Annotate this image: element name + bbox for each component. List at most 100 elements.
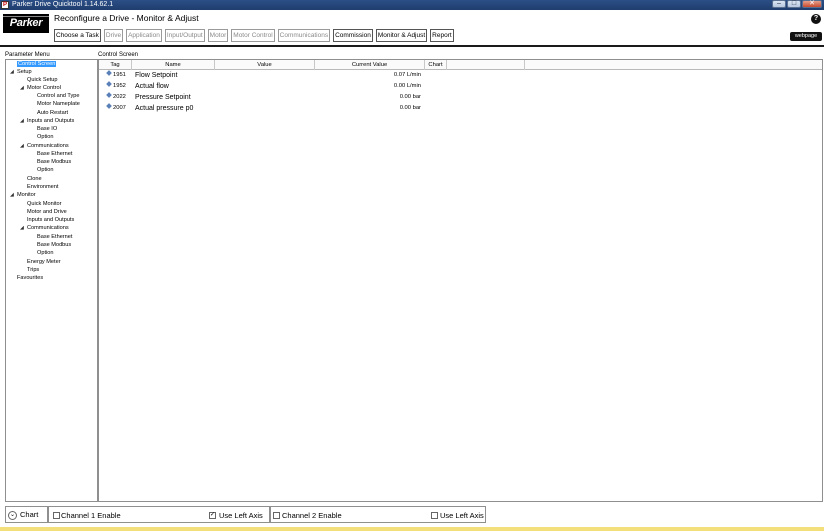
tree-item-communications[interactable]: ◢ Communications	[20, 225, 69, 232]
channel-2-enable-label: Channel 2 Enable	[282, 511, 342, 520]
use-left-axis-2-label: Use Left Axis	[440, 511, 484, 520]
use-left-axis-2-checkbox[interactable]	[431, 512, 438, 519]
tree-item-motor-and-drive[interactable]: Motor and Drive	[27, 209, 67, 216]
table-row[interactable]: 1952 Actual flow 0.00 L/min	[99, 81, 822, 92]
channel-1-box: Channel 1 Enable ✓ Use Left Axis	[48, 506, 270, 523]
tree-item-option[interactable]: Option	[37, 250, 53, 257]
column-header-tag[interactable]: Tag	[99, 60, 132, 70]
expand-arrow-icon[interactable]: ◢	[20, 225, 24, 232]
status-strip	[0, 527, 824, 531]
column-header-blank	[447, 60, 525, 70]
tree-item-motor-nameplate[interactable]: Motor Nameplate	[37, 101, 80, 108]
tree-item-setup[interactable]: ◢ Setup	[10, 69, 32, 76]
value-cell[interactable]	[217, 81, 313, 92]
column-header-value[interactable]: Value	[215, 60, 315, 70]
current-value-cell: 0.00 bar	[399, 94, 421, 100]
tag-cell: 2007	[106, 103, 126, 114]
chart-toggle-box[interactable]: ⌄ Chart	[5, 506, 48, 523]
tree-item-base-modbus[interactable]: Base Modbus	[37, 159, 71, 166]
value-cell[interactable]	[217, 103, 313, 114]
tab-report[interactable]: Report	[430, 29, 454, 42]
grid-header: Tag Name Value Current Value Chart	[99, 60, 822, 70]
tree-item-inputs-and-outputs[interactable]: ◢ Inputs and Outputs	[20, 118, 74, 125]
header-divider	[0, 45, 824, 47]
column-header-chart[interactable]: Chart	[425, 60, 447, 70]
help-icon[interactable]: ?	[811, 14, 821, 24]
parker-logo: Parker	[3, 14, 49, 33]
column-header-name[interactable]: Name	[132, 60, 215, 70]
current-value-cell: 0.07 L/min	[393, 72, 421, 78]
table-row[interactable]: 1951 Flow Setpoint 0.07 L/min	[99, 70, 822, 81]
control-screen-label: Control Screen	[98, 52, 139, 58]
name-cell: Actual pressure p0	[135, 105, 194, 112]
tab-input-output[interactable]: Input/Output	[164, 29, 205, 42]
table-row[interactable]: 2022 Pressure Setpoint 0.00 bar	[99, 92, 822, 103]
task-tabs: Choose a Task Drive Application Input/Ou…	[54, 29, 454, 42]
parameter-icon	[106, 103, 112, 109]
expand-arrow-icon[interactable]: ◢	[20, 143, 24, 150]
tab-commission[interactable]: Commission	[333, 29, 373, 42]
maximize-button[interactable]: □	[787, 0, 801, 8]
parameter-grid: Tag Name Value Current Value Chart 1951 …	[98, 59, 823, 502]
value-cell[interactable]	[217, 92, 313, 103]
tree-item-clone[interactable]: Clone	[27, 176, 42, 183]
webpage-button[interactable]: webpage	[790, 32, 822, 41]
tree-item-option[interactable]: Option	[37, 167, 53, 174]
tab-motor-control[interactable]: Motor Control	[231, 29, 275, 42]
tree-item-base-ethernet[interactable]: Base Ethernet	[37, 234, 72, 241]
current-value-cell: 0.00 bar	[399, 105, 421, 111]
tree-item-inputs-and-outputs[interactable]: Inputs and Outputs	[27, 217, 74, 224]
parameter-menu-label: Parameter Menu	[5, 52, 50, 58]
minimize-button[interactable]: –	[772, 0, 786, 8]
tree-item-environment[interactable]: Environment	[27, 184, 58, 191]
parameter-tree: Control Screen ◢ Setup Quick Setup ◢ Motor…	[5, 59, 98, 502]
name-cell: Actual flow	[135, 83, 169, 90]
value-cell[interactable]	[217, 70, 313, 81]
tree-item-communications[interactable]: ◢ Communications	[20, 143, 69, 150]
tree-item-base-io[interactable]: Base IO	[37, 126, 57, 133]
channel-2-enable-checkbox[interactable]	[273, 512, 280, 519]
chart-bar: ⌄ Chart Channel 1 Enable ✓ Use Left Axis…	[5, 506, 823, 523]
use-left-axis-1-label: Use Left Axis	[219, 511, 263, 520]
tree-item-base-modbus[interactable]: Base Modbus	[37, 242, 71, 249]
parameter-icon	[106, 81, 112, 87]
tab-choose-a-task[interactable]: Choose a Task	[54, 29, 101, 42]
tree-item-auto-restart[interactable]: Auto Restart	[37, 110, 68, 117]
channel-2-box: Channel 2 Enable Use Left Axis	[270, 506, 486, 523]
expand-arrow-icon[interactable]: ◢	[10, 69, 14, 76]
tab-motor[interactable]: Motor	[207, 29, 229, 42]
column-header-current-value[interactable]: Current Value	[315, 60, 425, 70]
tag-cell: 1952	[106, 81, 126, 92]
expand-arrow-icon[interactable]: ◢	[20, 85, 24, 92]
tree-item-quick-setup[interactable]: Quick Setup	[27, 77, 57, 84]
tree-item-favourites[interactable]: Favourites	[17, 275, 43, 282]
channel-1-enable-label: Channel 1 Enable	[61, 511, 121, 520]
window-titlebar: P Parker Drive Quicktool 1.14.62.1 – □ ✕	[0, 0, 824, 10]
expand-arrow-icon[interactable]: ◢	[20, 118, 24, 125]
close-button[interactable]: ✕	[802, 0, 822, 8]
channel-1-enable-checkbox[interactable]	[53, 512, 60, 519]
expand-arrow-icon[interactable]: ◢	[10, 192, 14, 199]
tab-application[interactable]: Application	[126, 29, 162, 42]
table-row[interactable]: 2007 Actual pressure p0 0.00 bar	[99, 103, 822, 114]
chevron-down-icon[interactable]: ⌄	[8, 511, 17, 520]
tree-item-control-screen[interactable]: Control Screen	[17, 61, 57, 68]
tab-communications[interactable]: Communications	[277, 29, 331, 42]
tree-item-motor-control[interactable]: ◢ Motor Control	[20, 85, 61, 92]
tree-item-quick-monitor[interactable]: Quick Monitor	[27, 201, 62, 208]
page-title: Reconfigure a Drive - Monitor & Adjust	[54, 13, 199, 23]
parameter-icon	[106, 92, 112, 98]
tree-item-option[interactable]: Option	[37, 134, 53, 141]
name-cell: Pressure Setpoint	[135, 94, 191, 101]
tree-item-control-and-type[interactable]: Control and Type	[37, 93, 80, 100]
app-icon: P	[1, 1, 9, 9]
tree-item-monitor[interactable]: ◢ Monitor	[10, 192, 36, 199]
parameter-icon	[106, 70, 112, 76]
tree-item-base-ethernet[interactable]: Base Ethernet	[37, 151, 72, 158]
tree-item-trips[interactable]: Trips	[27, 267, 39, 274]
tab-drive[interactable]: Drive	[103, 29, 124, 42]
tab-monitor-adjust[interactable]: Monitor & Adjust	[375, 29, 428, 42]
use-left-axis-1-checkbox[interactable]: ✓	[209, 512, 216, 519]
chart-label: Chart	[20, 510, 39, 519]
tree-item-energy-meter[interactable]: Energy Meter	[27, 259, 61, 266]
